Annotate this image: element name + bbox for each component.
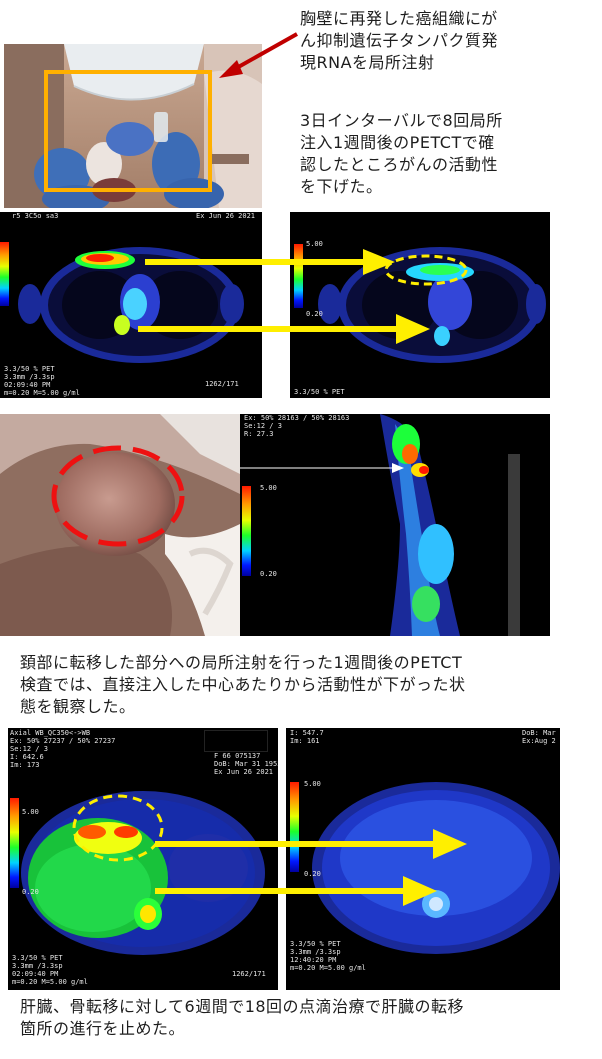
- chest-pet-scan-after-image: [318, 247, 546, 363]
- neck-note: 頚部に転移した部分への局所注射を行った1週間後のPETCT 検査では、直接注入し…: [20, 652, 600, 718]
- chest-wall-note: 胸壁に再発した癌組織にが ん抑制遺伝子タンパク質発 現RNAを局所注射: [300, 8, 600, 74]
- sagittal-pet-scan: 5.00 0.20 Ex: 50% 28163 / 50% 28163 Se:1…: [240, 414, 550, 636]
- scan-header-left: r5 3C5o sa3: [12, 212, 59, 220]
- scan-footer-line: 3.3mm /3.3sp: [290, 948, 341, 956]
- scan-footer-line: 3.3/50 % PET: [294, 388, 345, 396]
- scan-header-line: Se:12 / 3: [10, 745, 48, 753]
- scan-header-line: R: 27.3: [244, 430, 274, 438]
- scan-header-line: Se:12 / 3: [244, 422, 282, 430]
- scan-footer-line: 12:40:20 PM: [290, 956, 337, 964]
- scan-info-line: Ex Jun 26 2021: [214, 768, 274, 776]
- scan-info-line: DoB: Mar 31 1955: [214, 760, 278, 768]
- neck-note-line3: 態を観察した。: [20, 697, 136, 716]
- neck-lesion-photo-art: [0, 414, 240, 636]
- chest-wall-note-line3: 現RNAを局所注射: [300, 53, 435, 72]
- liver-note-line1: 肝臓、骨転移に対して6週間で18回の点滴治療で肝臓の転移: [20, 997, 465, 1016]
- scan-footer: 3.3/50 % PET 3.3mm /3.3sp 02:09:40 PM m=…: [4, 365, 80, 397]
- scan-slice-number: 1262/171: [232, 970, 266, 978]
- scan-info-line: F 66 075137: [214, 752, 261, 760]
- color-scale-bar: [242, 486, 251, 576]
- scan-patient-info: F 66 075137 DoB: Mar 31 1955 Ex Jun 26 2…: [214, 752, 278, 776]
- chest-wall-note-line2: ん抑制遺伝子タンパク質発: [300, 31, 499, 50]
- color-scale-max: 5.00: [304, 780, 321, 788]
- scan-footer-line: 3.3/50 % PET: [4, 365, 55, 373]
- scan-header-line: I: 642.6: [10, 753, 44, 761]
- color-scale-max: 5.00: [22, 808, 39, 816]
- chest-pet-scan-after: 5.00 0.20 3.3/50 % PET: [290, 212, 550, 398]
- yellow-arrow-chest-upper: [145, 249, 395, 275]
- scan-footer-line: 02:09:40 PM: [4, 381, 51, 389]
- scan-header-line: Axial WB_QC350<->WB: [10, 729, 91, 737]
- liver-note-line2: 箇所の進行を止めた。: [20, 1019, 186, 1038]
- scan-footer: 3.3/50 % PET 3.3mm /3.3sp 12:40:20 PM m=…: [290, 940, 366, 972]
- scan-info-line: Ex:Aug 2: [522, 737, 556, 745]
- scan-header-line: Ex: 50% 28163 / 50% 28163: [244, 414, 350, 422]
- scan-info-line: DoB: Mar: [522, 729, 556, 737]
- scan-patient-info: DoB: Mar Ex:Aug 2: [522, 729, 556, 745]
- color-scale-max: 5.00: [260, 484, 277, 492]
- interval-note: 3日インターバルで8回局所 注入1週間後のPETCTで確 認したところがんの活動…: [300, 110, 600, 198]
- scan-footer-line: 02:09:40 PM: [12, 970, 59, 978]
- chest-pet-scan-before: r5 3C5o sa3 Ex Jun 26 2021 3.3/50 % PET …: [0, 212, 262, 398]
- scan-header-line: Im: 161: [290, 737, 320, 745]
- scan-footer-line: m=0.20 M=5.00 g/ml: [290, 964, 366, 972]
- scan-header: Axial WB_QC350<->WB Ex: 50% 27237 / 50% …: [10, 729, 115, 769]
- neck-note-line2: 検査では、直接注入した中心あたりから活動性が下がった状: [20, 675, 466, 694]
- scan-footer-line: 3.3/50 % PET: [290, 940, 341, 948]
- scan-footer-line: 3.3mm /3.3sp: [4, 373, 55, 381]
- color-scale-bar: [10, 798, 19, 888]
- color-scale-min: 0.20: [260, 570, 277, 578]
- scan-header-line: I: 547.7: [290, 729, 324, 737]
- liver-note: 肝臓、骨転移に対して6週間で18回の点滴治療で肝臓の転移 箇所の進行を止めた。: [20, 996, 600, 1040]
- scan-footer-line: m=0.20 M=5.00 g/ml: [4, 389, 80, 397]
- scan-header: I: 547.7 Im: 161: [290, 729, 324, 745]
- yellow-arrow-chest-lower: [138, 314, 430, 344]
- sagittal-pet-scan-image: [240, 414, 520, 636]
- scan-header: Ex: 50% 28163 / 50% 28163 Se:12 / 3 R: 2…: [244, 414, 349, 438]
- red-pointer-arrow: [219, 32, 298, 78]
- yellow-arrow-liver-upper: [155, 829, 467, 859]
- interval-note-line2: 注入1週間後のPETCTで確: [300, 133, 495, 152]
- interval-note-line3: 認したところがんの活動性: [300, 155, 499, 174]
- scan-header-right: Ex Jun 26 2021: [196, 212, 256, 220]
- scan-slice-number: 1262/171: [205, 380, 239, 388]
- scan-footer-line: 3.3/50 % PET: [12, 954, 63, 962]
- scan-footer-line: m=0.20 M=5.00 g/ml: [12, 978, 88, 986]
- chest-wall-note-line1: 胸壁に再発した癌組織にが: [300, 9, 498, 28]
- interval-note-line1: 3日インターバルで8回局所: [300, 111, 503, 130]
- scan-header-line: Im: 173: [10, 761, 40, 769]
- scan-footer-line: 3.3mm /3.3sp: [12, 962, 63, 970]
- interval-note-line4: を下げた。: [300, 177, 383, 196]
- neck-note-line1: 頚部に転移した部分への局所注射を行った1週間後のPETCT: [20, 653, 463, 672]
- color-scale-bar: [0, 242, 9, 306]
- redaction-box: [204, 730, 268, 752]
- yellow-arrow-liver-lower: [155, 876, 437, 906]
- color-scale-min: 0.20: [22, 888, 39, 896]
- scan-header-line: Ex: 50% 27237 / 50% 27237: [10, 737, 116, 745]
- neck-lesion-photo: [0, 414, 240, 636]
- scan-footer: 3.3/50 % PET 3.3mm /3.3sp 02:09:40 PM m=…: [12, 954, 88, 986]
